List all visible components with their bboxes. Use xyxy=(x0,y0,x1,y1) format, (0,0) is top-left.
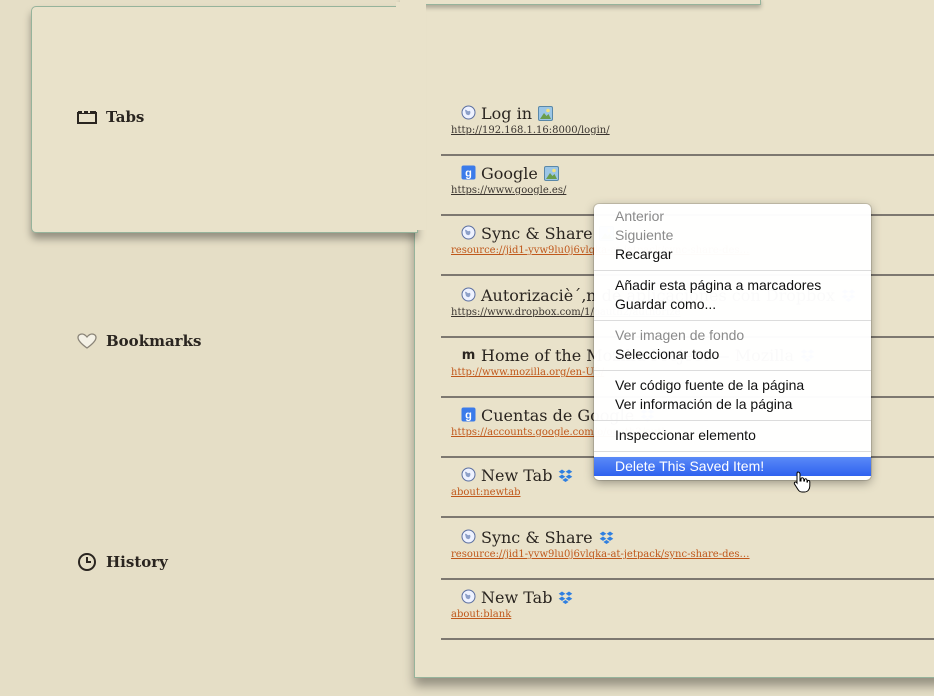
saved-item-url[interactable]: about:newtab xyxy=(451,487,521,498)
google-icon: g xyxy=(461,407,476,422)
saved-item-title-text: New Tab xyxy=(481,466,553,485)
saved-item-url[interactable]: resource://jid1-yvw9lu0j6vlqka-at-jetpac… xyxy=(451,549,750,560)
menu-item-bookmark-page[interactable]: Añadir esta página a marcadores xyxy=(594,276,871,295)
menu-separator xyxy=(594,270,871,271)
nav-bookmarks-label: Bookmarks xyxy=(106,332,202,350)
saved-item-url[interactable]: http://192.168.1.16:8000/login/ xyxy=(451,125,610,136)
saved-item-title-text: New Tab xyxy=(481,588,553,607)
globe-icon xyxy=(461,589,476,604)
nav-bookmarks[interactable]: Bookmarks xyxy=(76,332,201,350)
saved-item-url[interactable]: about:blank xyxy=(451,609,511,620)
menu-item-select-all[interactable]: Seleccionar todo xyxy=(594,345,871,364)
svg-text:g: g xyxy=(465,168,472,180)
device-icon xyxy=(543,166,559,181)
tabs-panel-top-edge xyxy=(400,0,761,5)
hand-cursor-icon xyxy=(793,471,811,493)
globe-icon xyxy=(461,287,476,302)
menu-separator xyxy=(594,320,871,321)
menu-item-page-info[interactable]: Ver información de la página xyxy=(594,395,871,414)
mozilla-icon: m xyxy=(461,347,476,362)
saved-item-url[interactable]: https://www.google.es/ xyxy=(451,185,566,196)
saved-item-title[interactable]: Log in xyxy=(481,104,554,123)
heart-icon xyxy=(76,332,98,350)
menu-item-back: Anterior xyxy=(615,208,665,224)
saved-item-title-text: Sync & Share xyxy=(481,224,593,243)
device-icon xyxy=(538,106,554,121)
menu-item-delete-saved[interactable]: Delete This Saved Item! xyxy=(594,457,871,476)
globe-icon xyxy=(461,105,476,120)
menu-item-forward: Siguiente xyxy=(615,227,674,243)
nav-history-label: History xyxy=(106,553,168,571)
saved-item-row[interactable]: Log in http://192.168.1.16:8000/login/ xyxy=(441,96,934,156)
saved-item-url[interactable]: http://www.mozilla.org/en-US/ xyxy=(451,367,604,378)
svg-text:g: g xyxy=(465,410,472,422)
menu-item-view-source[interactable]: Ver código fuente de la página xyxy=(594,376,871,395)
saved-item-row[interactable]: New Tab about:blank xyxy=(441,580,934,640)
saved-item-title[interactable]: New Tab xyxy=(481,588,573,607)
google-icon: g xyxy=(461,165,476,180)
saved-item-title-text: Sync & Share xyxy=(481,528,593,547)
menu-item-save-as[interactable]: Guardar como... xyxy=(594,295,871,314)
menu-separator xyxy=(594,370,871,371)
nav-tabs-label: Tabs xyxy=(106,108,145,126)
menu-separator xyxy=(594,420,871,421)
panel-joint xyxy=(396,2,426,230)
saved-item-title-text: Google xyxy=(481,164,538,183)
tabs-icon xyxy=(76,108,98,126)
saved-item-title[interactable]: Sync & Share xyxy=(481,528,614,547)
nav-history[interactable]: History xyxy=(76,553,168,571)
menu-item-view-background: Ver imagen de fondo xyxy=(615,327,745,343)
dropbox-icon xyxy=(558,590,573,605)
saved-item-title-text: Log in xyxy=(481,104,533,123)
svg-text:m: m xyxy=(462,348,476,362)
saved-item-row[interactable]: Sync & Share resource://jid1-yvw9lu0j6vlq… xyxy=(441,520,934,580)
saved-item-title[interactable]: New Tab xyxy=(481,466,573,485)
clock-icon xyxy=(76,553,98,571)
menu-item-reload[interactable]: Recargar xyxy=(594,245,871,264)
globe-icon xyxy=(461,529,476,544)
menu-item-inspect[interactable]: Inspeccionar elemento xyxy=(594,426,871,445)
menu-separator xyxy=(594,451,871,452)
globe-icon xyxy=(461,225,476,240)
dropbox-icon xyxy=(599,530,614,545)
globe-icon xyxy=(461,467,476,482)
nav-tabs[interactable]: Tabs xyxy=(76,108,144,126)
context-menu: Anterior Siguiente Recargar Añadir esta … xyxy=(594,204,871,480)
saved-item-title[interactable]: Google xyxy=(481,164,559,183)
dropbox-icon xyxy=(558,468,573,483)
